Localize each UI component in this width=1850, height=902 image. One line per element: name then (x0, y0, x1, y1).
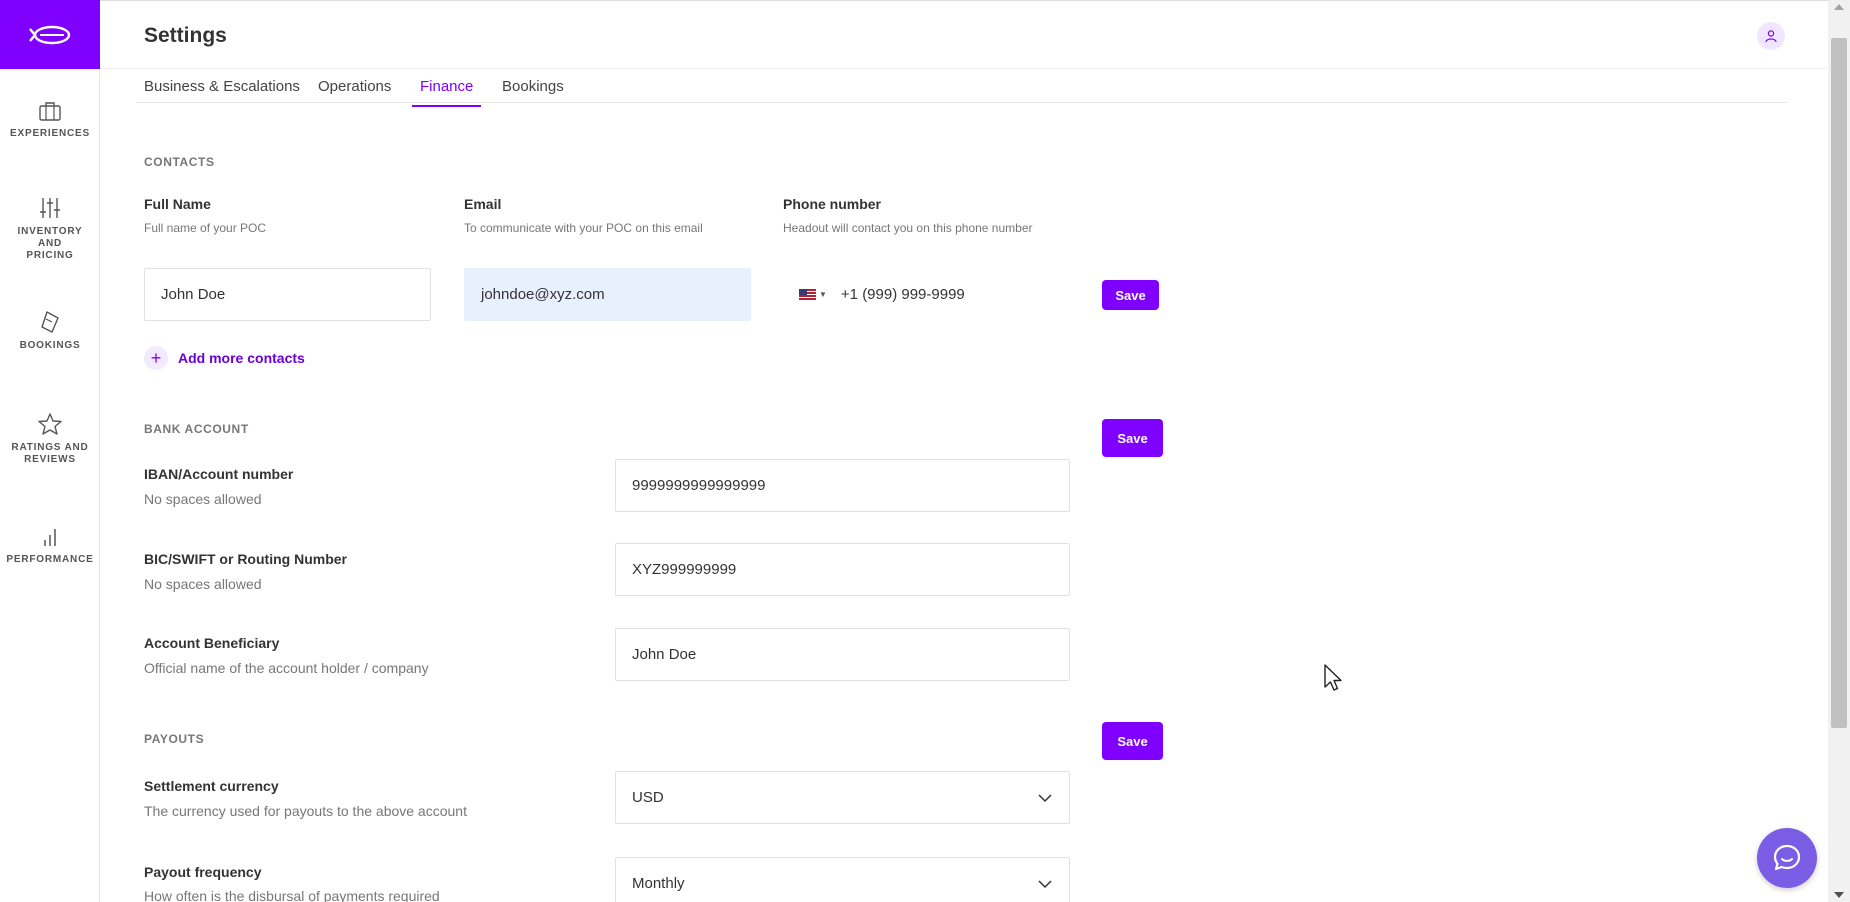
frequency-select[interactable]: Monthly (615, 857, 1070, 902)
tab-operations[interactable]: Operations (310, 78, 399, 105)
user-icon (1765, 30, 1777, 43)
frequency-hint: How often is the disbursal of payments r… (144, 888, 440, 902)
bic-input[interactable]: XYZ999999999 (615, 543, 1070, 596)
sidebar-item-label: EXPERIENCES (10, 128, 90, 139)
briefcase-icon (39, 102, 61, 121)
chat-widget-button[interactable] (1757, 828, 1817, 888)
country-caret-icon[interactable]: ▼ (819, 290, 827, 299)
avatar[interactable] (1757, 22, 1785, 50)
full-name-hint: Full name of your POC (144, 221, 267, 235)
sidebar-item-inventory[interactable]: INVENTORY AND PRICING (0, 196, 100, 262)
sidebar: EXPERIENCES INVENTORY AND PRICING BOOKIN… (0, 0, 100, 902)
currency-label: Settlement currency (144, 778, 279, 794)
bic-value: XYZ999999999 (632, 561, 737, 578)
beneficiary-hint: Official name of the account holder / co… (144, 660, 429, 676)
phone-input[interactable]: ▼ +1 (999) 999-9999 (783, 268, 1083, 321)
email-value: johndoe@xyz.com (481, 286, 605, 303)
currency-hint: The currency used for payouts to the abo… (144, 803, 467, 819)
sidebar-item-ratings[interactable]: RATINGS AND REVIEWS (0, 412, 100, 466)
sidebar-item-label: PERFORMANCE (6, 554, 94, 565)
email-label: Email (464, 196, 502, 212)
save-bank-button[interactable]: Save (1102, 419, 1163, 457)
sliders-icon (40, 198, 60, 218)
iban-hint: No spaces allowed (144, 491, 262, 507)
plus-icon: + (144, 346, 168, 370)
phone-hint: Headout will contact you on this phone n… (783, 221, 1033, 235)
add-more-contacts-button[interactable]: + Add more contacts (144, 346, 305, 370)
iban-value: 9999999999999999 (632, 477, 766, 494)
sidebar-item-label: BOOKINGS (19, 340, 81, 351)
scroll-thumb[interactable] (1831, 38, 1847, 728)
full-name-label: Full Name (144, 196, 211, 212)
bank-account-heading: BANK ACCOUNT (144, 422, 249, 436)
frequency-label: Payout frequency (144, 864, 262, 880)
iban-label: IBAN/Account number (144, 466, 294, 482)
payouts-heading: PAYOUTS (144, 732, 205, 746)
beneficiary-value: John Doe (632, 646, 697, 663)
bic-label: BIC/SWIFT or Routing Number (144, 551, 347, 567)
add-more-contacts-label: Add more contacts (178, 350, 305, 366)
scroll-down-icon[interactable] (1834, 892, 1844, 898)
bic-hint: No spaces allowed (144, 576, 262, 592)
beneficiary-input[interactable]: John Doe (615, 628, 1070, 681)
chat-bubble-icon (1773, 844, 1801, 871)
contacts-heading: CONTACTS (144, 155, 215, 169)
page-scrollbar[interactable] (1828, 0, 1850, 902)
save-payouts-button[interactable]: Save (1102, 722, 1163, 760)
ticket-icon (41, 311, 59, 333)
header-divider (100, 68, 1830, 69)
save-contacts-button[interactable]: Save (1102, 280, 1159, 310)
sidebar-item-label: INVENTORY AND PRICING (17, 226, 83, 261)
flag-us-icon[interactable] (799, 289, 816, 300)
sidebar-item-performance[interactable]: PERFORMANCE (0, 526, 100, 566)
iban-input[interactable]: 9999999999999999 (615, 459, 1070, 512)
email-hint: To communicate with your POC on this ema… (464, 221, 703, 235)
bar-chart-icon (44, 529, 56, 546)
email-input[interactable]: johndoe@xyz.com (464, 268, 751, 321)
sidebar-item-experiences[interactable]: EXPERIENCES (0, 100, 100, 140)
beneficiary-label: Account Beneficiary (144, 635, 280, 651)
mouse-cursor-icon (1324, 664, 1342, 691)
phone-label: Phone number (783, 196, 882, 212)
headout-logo[interactable] (0, 0, 100, 69)
frequency-value: Monthly (632, 875, 685, 892)
tab-finance[interactable]: Finance (412, 78, 482, 107)
phone-value: +1 (999) 999-9999 (840, 286, 965, 303)
tab-bookings[interactable]: Bookings (494, 78, 572, 105)
full-name-input[interactable]: John Doe (144, 268, 431, 321)
scroll-up-icon[interactable] (1834, 4, 1844, 10)
chevron-down-icon (1038, 794, 1052, 803)
top-border (100, 0, 1830, 1)
full-name-value: John Doe (161, 286, 226, 303)
currency-select[interactable]: USD (615, 771, 1070, 824)
page-title: Settings (144, 24, 227, 47)
tab-business-escalations[interactable]: Business & Escalations (136, 78, 308, 105)
star-icon (38, 413, 62, 435)
sidebar-item-label: RATINGS AND REVIEWS (11, 442, 89, 465)
chevron-down-icon (1038, 880, 1052, 889)
sidebar-item-bookings[interactable]: BOOKINGS (0, 310, 100, 352)
currency-value: USD (632, 789, 664, 806)
blimp-logo-icon (29, 25, 71, 44)
settings-tabs: Business & Escalations Operations Financ… (136, 70, 1788, 107)
